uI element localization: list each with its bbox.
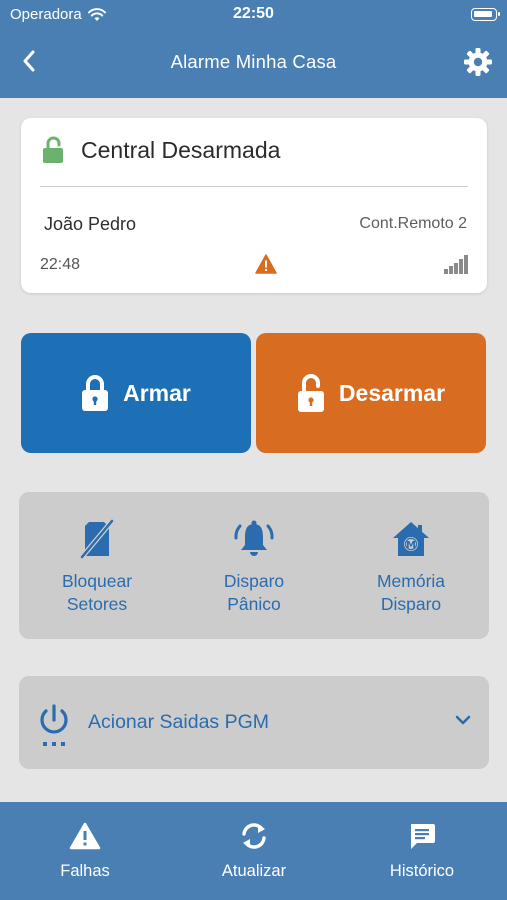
message-icon (411, 824, 435, 849)
tab-history[interactable]: Histórico (352, 820, 492, 881)
nav-bar: Alarme Minha Casa (0, 30, 507, 98)
status-header: Central Desarmada (41, 136, 280, 164)
alarm-bell-icon (234, 520, 274, 556)
status-time: 22:50 (233, 5, 274, 22)
block-sectors-button[interactable]: Bloquear Setores (22, 518, 172, 616)
page-title: Alarme Minha Casa (170, 51, 337, 72)
settings-button[interactable] (461, 45, 495, 79)
house-memory-icon: M (393, 522, 429, 556)
tab-refresh-label: Atualizar (221, 862, 287, 880)
alarm-status-title: Central Desarmada (81, 136, 281, 163)
tab-history-label: Histórico (389, 862, 455, 880)
event-source: Cont.Remoto 2 (359, 215, 467, 232)
chevron-down-icon (455, 715, 471, 725)
memory-badge: M (406, 540, 416, 551)
warning-icon (255, 254, 277, 274)
pgm-label: Acionar Saidas PGM (88, 711, 269, 733)
unlocked-padlock-icon (43, 136, 63, 163)
bottom-tab-bar: Falhas Atualizar Histórico (0, 802, 507, 900)
app-header: Operadora 22:50 Alarme Minha Casa (0, 0, 507, 98)
unlocked-padlock-icon (297, 374, 324, 412)
disarm-label: Desarmar (338, 379, 446, 406)
locked-padlock-icon (82, 375, 109, 411)
blocked-sensor-icon (80, 519, 114, 559)
divider (40, 186, 468, 187)
event-time: 22:48 (40, 256, 81, 273)
power-icon (40, 704, 68, 746)
quick-actions-panel: Bloquear Setores Disparo Pânico M Memóri… (19, 492, 489, 639)
warning-icon (69, 822, 101, 850)
panic-button[interactable]: Disparo Pânico (179, 518, 329, 616)
block-sectors-label: Bloquear Setores (61, 571, 133, 614)
trigger-memory-button[interactable]: M Memória Disparo (336, 518, 486, 616)
status-bar: Operadora 22:50 (0, 0, 507, 30)
trigger-memory-label: Memória Disparo (376, 571, 446, 614)
refresh-icon (242, 823, 266, 849)
disarm-button[interactable]: Desarmar (256, 333, 486, 453)
gear-icon (464, 48, 492, 76)
arm-button[interactable]: Armar (21, 333, 251, 453)
pgm-outputs-dropdown[interactable]: Acionar Saidas PGM (19, 676, 489, 769)
event-user: João Pedro (44, 214, 137, 234)
battery-icon (471, 8, 500, 21)
signal-bars-icon (444, 255, 468, 274)
panic-label: Disparo Pânico (223, 571, 285, 614)
tab-refresh[interactable]: Atualizar (184, 820, 324, 881)
tab-failures-label: Falhas (60, 862, 110, 880)
tab-failures[interactable]: Falhas (15, 820, 155, 881)
alarm-status-card: Central Desarmada João Pedro Cont.Remoto… (21, 118, 487, 293)
arm-label: Armar (123, 379, 191, 406)
